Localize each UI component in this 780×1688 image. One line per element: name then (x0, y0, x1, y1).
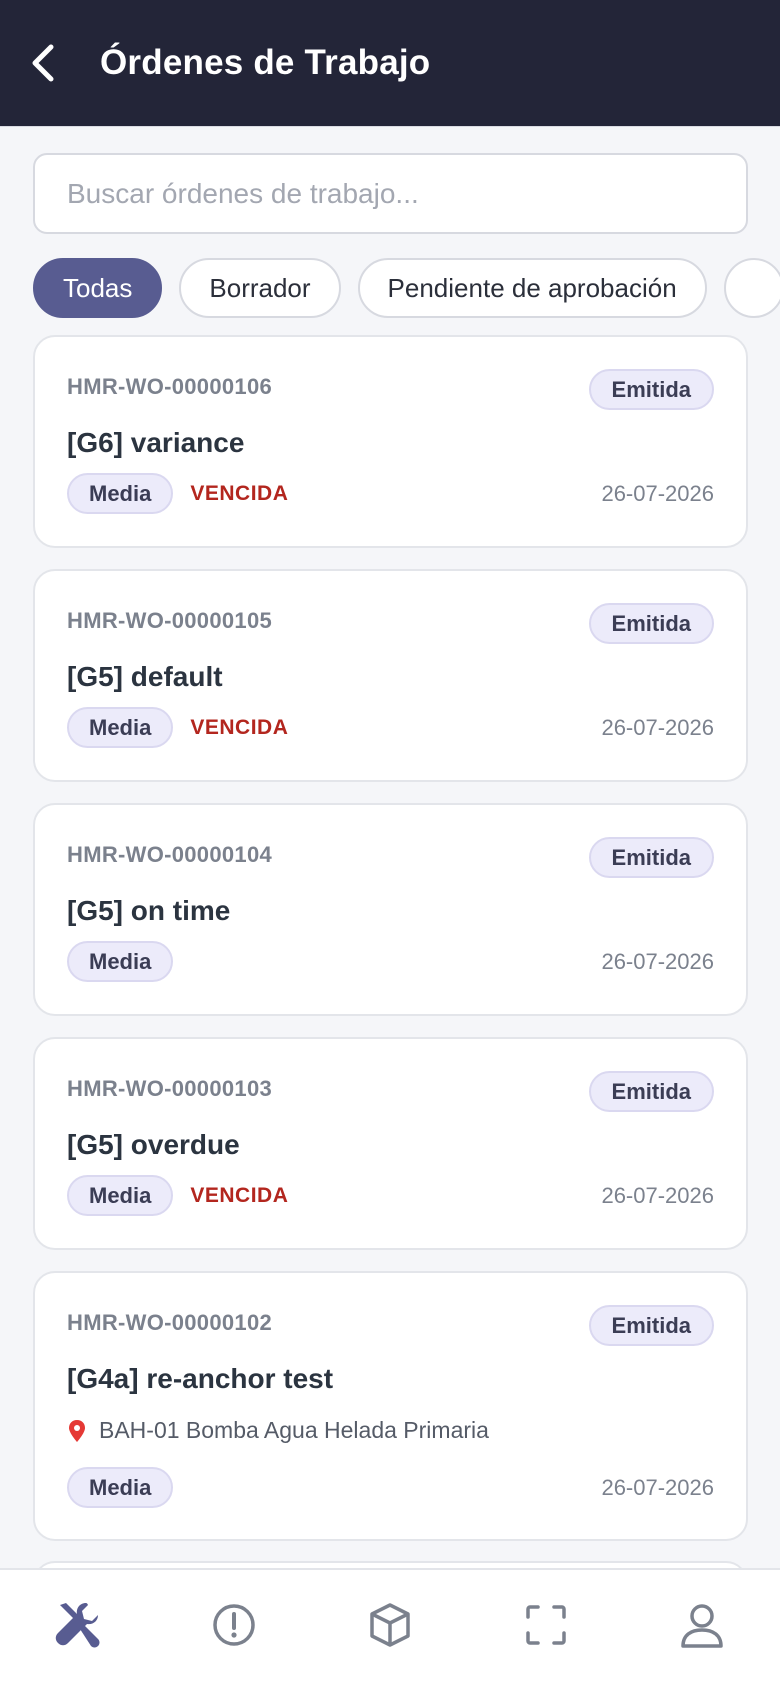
user-icon (681, 1604, 723, 1648)
page-title: Órdenes de Trabajo (100, 43, 431, 82)
work-order-card[interactable]: HMR-WO-00000103 Emitida [G5] overdue Med… (33, 1037, 748, 1250)
work-order-card[interactable]: HMR-WO-00000102 Emitida [G4a] re-anchor … (33, 1271, 748, 1541)
due-date: 26-07-2026 (601, 948, 714, 974)
work-order-meta: Media 26-07-2026 (67, 1467, 714, 1508)
status-badge: Emitida (588, 603, 714, 644)
due-date: 26-07-2026 (601, 1474, 714, 1500)
status-badge: Emitida (588, 1071, 714, 1112)
filter-chip-pendiente[interactable]: Pendiente de aprobación (357, 258, 707, 318)
work-order-title: [G4a] re-anchor test (67, 1363, 334, 1394)
app-root: Órdenes de Trabajo Todas Borrador Pendie… (0, 0, 780, 1688)
app-header: Órdenes de Trabajo (0, 0, 780, 127)
work-order-meta: Media VENCIDA 26-07-2026 (67, 1175, 714, 1216)
search-input[interactable] (33, 153, 748, 234)
overdue-label: VENCIDA (190, 715, 289, 739)
due-date: 26-07-2026 (601, 480, 714, 506)
filter-chips: Todas Borrador Pendiente de aprobación (33, 258, 780, 320)
priority-badge: Media (67, 941, 174, 982)
bottom-nav (0, 1568, 780, 1688)
status-badge: Emitida (588, 1305, 714, 1346)
work-order-code: HMR-WO-00000105 (67, 608, 273, 633)
priority-badge: Media (67, 1467, 174, 1508)
work-order-card[interactable]: HMR-WO-00000105 Emitida [G5] default Med… (33, 569, 748, 782)
filter-chip-todas[interactable]: Todas (33, 258, 163, 318)
nav-alerts[interactable] (194, 1590, 274, 1660)
nav-profile[interactable] (662, 1590, 742, 1660)
search-bar (33, 153, 748, 234)
tools-icon (55, 1603, 100, 1648)
work-order-title: [G5] overdue (67, 1129, 240, 1160)
work-order-card[interactable]: HMR-WO-00000106 Emitida [G6] variance Me… (33, 335, 748, 548)
scan-icon (526, 1605, 566, 1645)
due-date: 26-07-2026 (601, 714, 714, 740)
work-order-meta: Media VENCIDA 26-07-2026 (67, 707, 714, 748)
location-pin-icon (69, 1419, 85, 1442)
due-date: 26-07-2026 (601, 1182, 714, 1208)
work-order-meta: Media 26-07-2026 (67, 941, 714, 982)
alert-circle-icon (213, 1604, 255, 1646)
work-order-title: [G6] variance (67, 427, 245, 458)
overdue-label: VENCIDA (190, 1183, 289, 1207)
status-badge: Emitida (588, 369, 714, 410)
work-order-code: HMR-WO-00000103 (67, 1076, 273, 1101)
priority-badge: Media (67, 1175, 174, 1216)
filter-chip-borrador[interactable]: Borrador (179, 258, 341, 318)
work-order-title: [G5] on time (67, 895, 231, 926)
priority-badge: Media (67, 473, 174, 514)
filter-chip-more[interactable] (723, 258, 780, 318)
box-icon (370, 1603, 410, 1647)
nav-inventory[interactable] (350, 1590, 430, 1660)
work-order-code: HMR-WO-00000104 (67, 842, 273, 867)
nav-work-orders[interactable] (38, 1590, 118, 1660)
priority-badge: Media (67, 707, 174, 748)
back-button[interactable] (0, 0, 88, 127)
nav-scan[interactable] (506, 1590, 586, 1660)
work-order-title: [G5] default (67, 661, 223, 692)
status-badge: Emitida (588, 837, 714, 878)
overdue-label: VENCIDA (190, 481, 289, 505)
work-order-code: HMR-WO-00000106 (67, 374, 273, 399)
work-order-code: HMR-WO-00000102 (67, 1310, 273, 1335)
work-order-card[interactable]: HMR-WO-00000104 Emitida [G5] on time Med… (33, 803, 748, 1016)
location-text: BAH-01 Bomba Agua Helada Primaria (99, 1417, 489, 1443)
work-order-meta: Media VENCIDA 26-07-2026 (67, 473, 714, 514)
work-order-location: BAH-01 Bomba Agua Helada Primaria (67, 1417, 489, 1444)
chevron-left-icon (32, 44, 54, 82)
